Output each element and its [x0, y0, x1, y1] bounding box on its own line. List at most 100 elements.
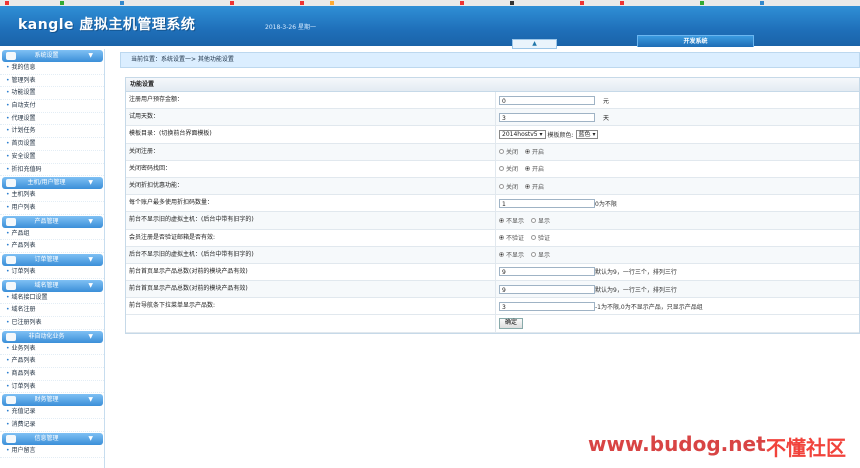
setting-row: 会员注册是否验证邮箱是否有效: 不验证 验证	[126, 229, 859, 247]
sidebar-item[interactable]: 管理列表	[0, 75, 104, 88]
settings-panel: 功能设置 注册用户预存金额： 0 元试用天数： 3 天模板目录：(切换前台界面模板) 20…	[125, 77, 860, 334]
sidebar-item[interactable]: 产品列表	[0, 355, 104, 369]
sidebar-section-header[interactable]: 订单管理 ▼	[2, 253, 103, 266]
radio-option-1[interactable]: 关闭	[499, 182, 518, 191]
tab-dev-system[interactable]: 开发系统	[637, 35, 754, 47]
radio-option-1[interactable]: 关闭	[499, 164, 518, 173]
sidebar-item[interactable]: 订单列表	[0, 381, 104, 394]
setting-row: 注册用户预存金额： 0 元	[126, 92, 859, 110]
radio-option-1[interactable]: 不验证	[499, 233, 524, 242]
radio-option-2[interactable]: 显示	[531, 216, 550, 225]
radio-option-1[interactable]: 不显示	[499, 216, 524, 225]
setting-label: 关闭折扣优惠功能：	[126, 177, 496, 195]
sidebar-item[interactable]: 业务列表	[0, 343, 104, 356]
sidebar-item[interactable]: 产品组	[0, 228, 104, 241]
setting-input[interactable]: 3	[499, 112, 595, 122]
sidebar-item[interactable]: 域名注册	[0, 304, 104, 317]
sidebar-item[interactable]: 充值记录	[0, 406, 104, 420]
unit-text: 天	[603, 114, 610, 122]
radio-icon	[499, 217, 504, 223]
sidebar-item[interactable]: 主机列表	[0, 189, 104, 202]
sidebar-section-header[interactable]: 系统设置 ▼	[2, 50, 103, 62]
collapse-header-button[interactable]: ▲	[512, 39, 557, 49]
setting-label: 试用天数：	[126, 109, 496, 126]
setting-label: 模板目录：(切换前台界面模板)	[126, 126, 496, 143]
section-title: 财务管理	[34, 396, 59, 404]
setting-input[interactable]: 0	[499, 95, 595, 105]
section-title: 信息管理	[34, 434, 59, 442]
chevron-down-icon: ▼	[88, 396, 93, 404]
sidebar-item[interactable]: 已注册列表	[0, 317, 104, 330]
sidebar-item[interactable]: 功能设置	[0, 87, 104, 101]
setting-input[interactable]: 3	[499, 301, 595, 311]
sidebar-item[interactable]: 域名接口设置	[0, 292, 104, 305]
sidebar-section-header[interactable]: 产品管理 ▼	[2, 215, 103, 228]
radio-icon	[499, 252, 504, 258]
sidebar-section-header[interactable]: 财务管理 ▼	[2, 394, 103, 407]
sidebar-item[interactable]: 安全设置	[0, 151, 104, 164]
radio-icon	[525, 166, 531, 172]
radio-icon	[531, 235, 537, 241]
hint-text: 默认为9，一行三个，排列三行	[595, 269, 677, 277]
sidebar-item[interactable]: 我的信息	[0, 62, 104, 75]
radio-icon	[499, 183, 504, 189]
sidebar-item[interactable]: 订单列表	[0, 266, 104, 279]
radio-icon	[499, 166, 504, 172]
radio-option-1[interactable]: 不显示	[499, 250, 524, 259]
setting-input[interactable]: 9	[499, 267, 595, 277]
radio-icon	[525, 149, 531, 155]
setting-label: 前台首页显示产品总数(对前的模块产品有效)	[126, 281, 496, 298]
radio-icon	[499, 149, 504, 155]
radio-option-1[interactable]: 关闭	[499, 147, 518, 156]
sidebar-section-header[interactable]: 信息管理 ▼	[2, 432, 103, 445]
sidebar-item[interactable]: 用户留言	[0, 445, 104, 458]
hint-text: 0为不限	[595, 200, 617, 208]
sidebar-item[interactable]: 商品列表	[0, 368, 104, 381]
section-title: 订单管理	[34, 255, 59, 263]
color-label: 模板颜色:	[547, 131, 574, 139]
confirm-button[interactable]: 确定	[499, 318, 524, 330]
section-title: 非自动化业务	[28, 332, 65, 340]
sidebar-section-header[interactable]: 主机/用户管理 ▼	[2, 177, 103, 190]
setting-label: 后台不显示旧的虚拟主机：(后台中带有旧字的)	[126, 246, 496, 263]
radio-option-2[interactable]: 验证	[531, 233, 550, 242]
setting-row: 前台首页显示产品总数(对前的模块产品有效) 9 默认为9，一行三个，排列三行	[126, 281, 859, 299]
hint-text: 默认为9，一行三个，排列三行	[595, 286, 677, 294]
setting-label: 前台不显示旧的虚拟主机：(后台中带有旧字的)	[126, 212, 496, 229]
radio-option-2[interactable]: 开启	[525, 164, 544, 173]
sidebar-item[interactable]: 代理设置	[0, 113, 104, 126]
section-title: 系统设置	[34, 52, 59, 59]
setting-input[interactable]: 1	[499, 198, 595, 208]
hint-text: -1为不限,0为不显示产品，只显示产品组	[595, 303, 703, 311]
chevron-down-icon: ▼	[88, 332, 93, 340]
sidebar-item[interactable]: 折扣充值码	[0, 164, 104, 177]
sidebar-item[interactable]: 产品列表	[0, 240, 104, 253]
setting-row: 前台导航条下拉菜单显示产品数: 3 -1为不限,0为不显示产品，只显示产品组	[126, 298, 859, 316]
setting-row: 关闭折扣优惠功能： 关闭 开启	[126, 177, 859, 196]
sidebar-item[interactable]: 计划任务	[0, 125, 104, 139]
sidebar-section-header[interactable]: 非自动化业务 ▼	[2, 330, 103, 343]
radio-icon	[531, 217, 537, 223]
radio-option-2[interactable]: 开启	[525, 147, 544, 156]
radio-option-2[interactable]: 显示	[531, 250, 550, 259]
chevron-down-icon: ▼	[88, 217, 93, 225]
date-text: 2018-3-26 星期一	[265, 24, 316, 31]
sidebar-item[interactable]: 自动支付	[0, 100, 104, 113]
radio-option-2[interactable]: 开启	[525, 182, 544, 191]
sidebar-item[interactable]: 消费记录	[0, 419, 104, 432]
template-select[interactable]: 2014hostv5 ▾	[499, 129, 546, 139]
section-title: 主机/用户管理	[27, 179, 66, 187]
setting-label: 注册用户预存金额：	[126, 92, 496, 109]
setting-row: 模板目录：(切换前台界面模板) 2014hostv5 ▾ 模板颜色: 蓝色 ▾	[126, 126, 859, 144]
setting-row: 每个账户最多使用折扣码数量： 1 0为不限	[126, 195, 859, 213]
chevron-down-icon: ▼	[88, 434, 93, 442]
sidebar-menu: 系统设置 ▼ 我的信息管理列表功能设置自动支付代理设置计划任务首页设置安全设置折扣充…	[0, 49, 105, 468]
color-select[interactable]: 蓝色 ▾	[575, 129, 599, 139]
sidebar-section-header[interactable]: 域名管理 ▼	[2, 279, 103, 292]
setting-row: 关闭密码找回： 关闭 开启	[126, 160, 859, 178]
sidebar-item[interactable]: 首页设置	[0, 138, 104, 151]
radio-icon	[531, 252, 537, 258]
sidebar-item[interactable]: 用户列表	[0, 202, 104, 215]
setting-row: 试用天数： 3 天	[126, 109, 859, 127]
setting-input[interactable]: 9	[499, 284, 595, 294]
